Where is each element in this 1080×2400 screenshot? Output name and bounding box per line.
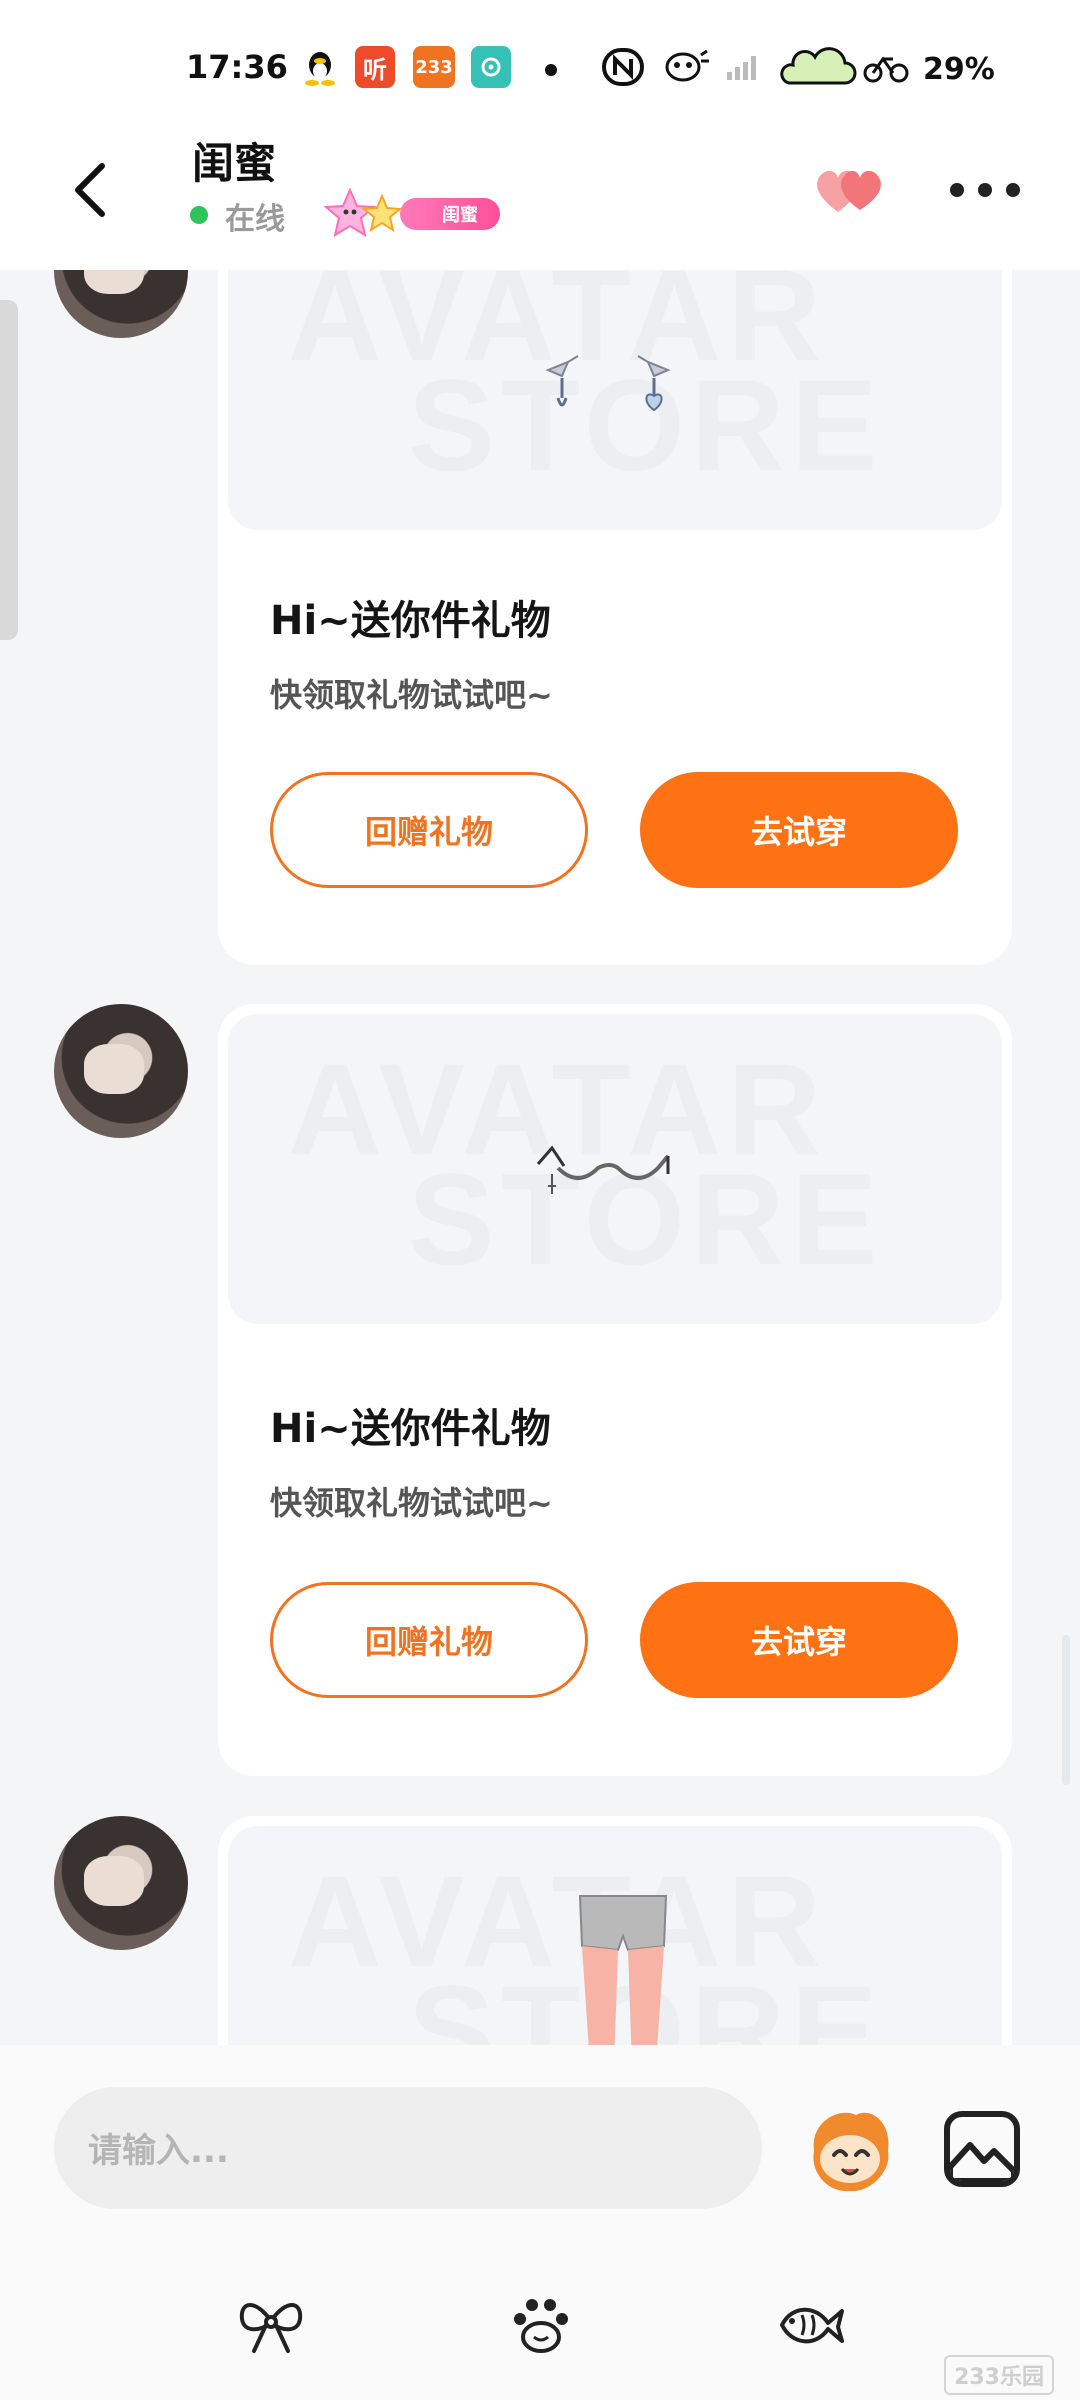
weather-cloud-icon [778,46,858,88]
double-heart-icon [817,170,881,212]
233-app-icon: 233 [413,46,455,88]
dot-icon [978,183,992,197]
return-gift-button[interactable]: 回赠礼物 [270,1582,588,1698]
paw-tool-button[interactable] [506,2293,576,2357]
glasses-item-image [536,1145,670,1194]
gift-message-card: AVATAR STORE Hi~送你件礼物 快领取礼物试试吧~ 回赠礼物 去试穿 [218,270,1012,965]
gift-preview[interactable]: AVATAR STORE [228,1014,1002,1324]
nfc-icon [600,46,646,88]
image-picker-button[interactable] [944,2111,1020,2187]
online-indicator [190,206,208,224]
gift-message-card: AVATAR STORE Hi~送你件礼物 快领取礼物试试吧~ 回赠礼物 去试穿 [218,1004,1012,1776]
watermark-logo: 233乐园 [944,2355,1054,2395]
return-gift-button[interactable]: 回赠礼物 [270,772,588,888]
bow-icon [239,2303,303,2353]
image-icon [950,2142,1014,2181]
sender-avatar[interactable] [54,270,188,338]
scroll-handle[interactable] [0,300,18,640]
gift-message-card: AVATAR STORE [218,1816,1012,2045]
bike-icon [862,46,910,88]
contact-name: 闺蜜 [192,139,277,188]
listen-app-icon: 听 [355,46,395,88]
back-button[interactable] [60,155,120,225]
signal-icon [722,46,762,88]
scrollbar[interactable] [1062,1635,1070,1785]
fish-tool-button[interactable] [776,2293,846,2357]
relationship-badge: 闺蜜 [320,184,500,240]
chat-header: 闺蜜 在线 闺蜜 [0,120,1080,270]
gift-title: Hi~送你件礼物 [270,598,551,644]
online-status: 在线 [225,202,285,237]
dot-icon [950,183,964,197]
dot-icon [1006,183,1020,197]
input-placeholder: 请输入... [88,2131,229,2171]
more-options-button[interactable] [950,170,1020,210]
try-on-button[interactable]: 去试穿 [640,772,958,888]
bow-tool-button[interactable] [236,2293,306,2357]
battery-level: 29% [923,52,995,87]
gift-subtitle: 快领取礼物试试吧~ [270,676,553,714]
pet-status-icon [660,46,712,88]
gift-preview[interactable]: AVATAR STORE [228,270,1002,530]
emoji-button[interactable] [800,2101,900,2201]
status-bar: 17:36 听 233 29% [0,0,1080,120]
notification-dot [545,64,557,76]
sender-avatar[interactable] [54,1004,188,1138]
composer-bar: 请输入... 233乐园 [0,2045,1080,2400]
status-time: 17:36 [186,48,288,86]
intimacy-button[interactable] [810,160,890,220]
paw-icon [514,2299,568,2353]
gift-subtitle: 快领取礼物试试吧~ [270,1484,553,1522]
site-watermark: 233乐园 233号: 507944816 [832,2355,1054,2400]
message-input[interactable]: 请输入... [54,2087,762,2209]
qq-icon [300,46,340,88]
try-on-button[interactable]: 去试穿 [640,1582,958,1698]
gift-title: Hi~送你件礼物 [270,1406,551,1452]
badge-label: 闺蜜 [400,198,500,230]
fish-icon [780,2307,844,2344]
teal-app-icon [471,46,511,88]
mascot-emoji-icon [813,2112,889,2192]
chat-list[interactable]: AVATAR STORE Hi~送你件礼物 快领取礼物试试吧~ 回赠礼物 去试穿… [0,270,1080,2045]
sender-avatar[interactable] [54,1816,188,1950]
earrings-item-image [545,355,671,412]
shorts-item-image [578,1895,668,2045]
gift-preview[interactable]: AVATAR STORE [228,1826,1002,2045]
chevron-left-icon [75,163,105,217]
